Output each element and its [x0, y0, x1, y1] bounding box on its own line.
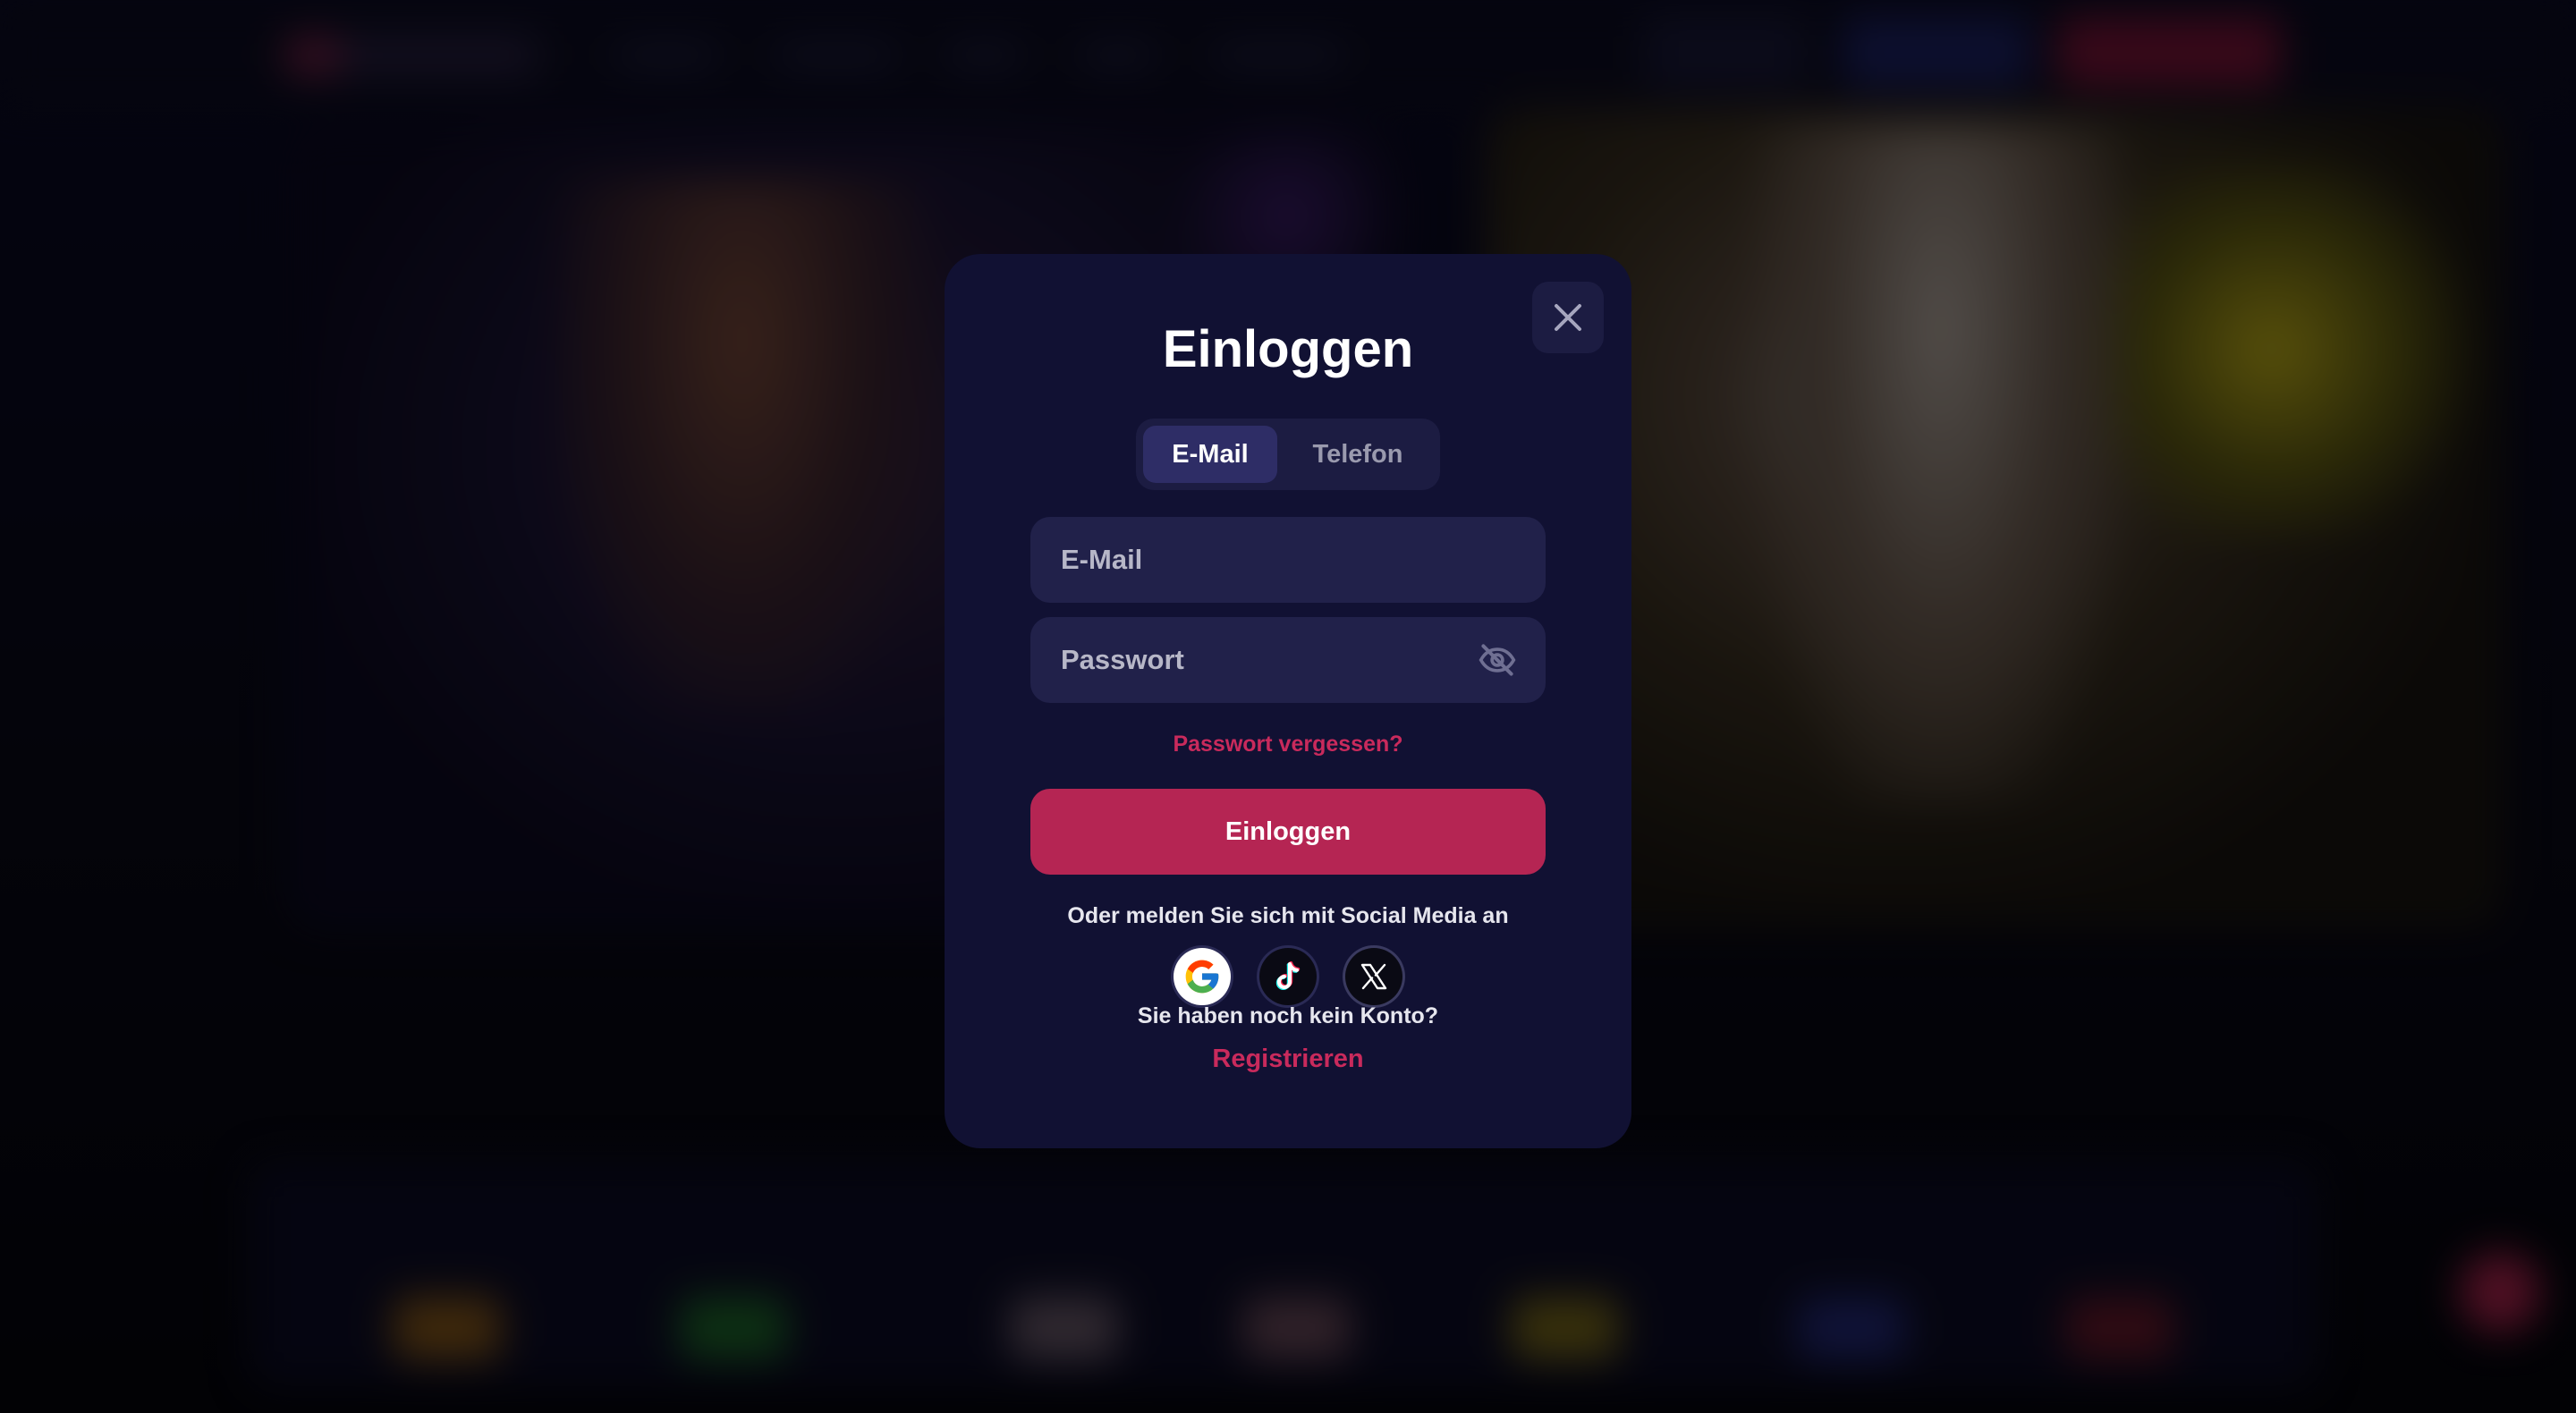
tiktok-login-button[interactable] [1259, 948, 1317, 1005]
eye-off-icon[interactable] [1478, 640, 1517, 680]
modal-title: Einloggen [1162, 320, 1414, 378]
tab-phone[interactable]: Telefon [1283, 426, 1433, 483]
x-login-button[interactable] [1345, 948, 1402, 1005]
login-modal: Einloggen E-Mail Telefon Passwort verges… [945, 254, 1631, 1148]
email-field [1030, 517, 1546, 603]
password-field [1030, 617, 1546, 703]
no-account-text: Sie haben noch kein Konto? [1137, 1003, 1439, 1028]
password-input[interactable] [1059, 617, 1478, 703]
x-icon [1360, 963, 1387, 990]
tiktok-icon [1275, 961, 1301, 990]
register-link[interactable]: Registrieren [945, 1045, 1631, 1074]
email-input[interactable] [1059, 517, 1517, 603]
tab-email[interactable]: E-Mail [1143, 426, 1277, 483]
google-icon [1185, 960, 1219, 994]
login-button[interactable]: Einloggen [1030, 789, 1546, 875]
forgot-password-link[interactable]: Passwort vergessen? [945, 732, 1631, 757]
google-login-button[interactable] [1174, 948, 1231, 1005]
social-login-prompt: Oder melden Sie sich mit Social Media an [1067, 903, 1509, 928]
login-method-tabs: E-Mail Telefon [1136, 419, 1440, 490]
